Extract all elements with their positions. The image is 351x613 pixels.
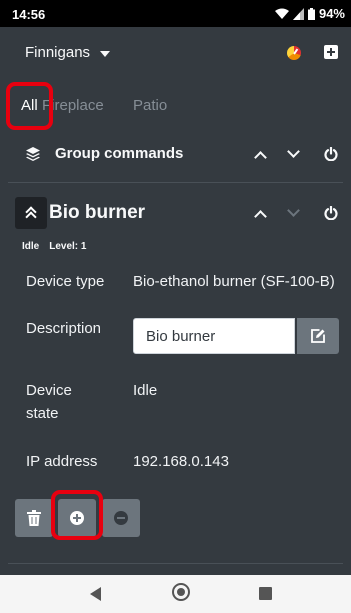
ip-address-label: IP address (26, 453, 98, 470)
device-type-value: Bio-ethanol burner (SF-100-B) (133, 273, 335, 290)
group-commands-row: Group commands (0, 137, 351, 171)
layers-icon (26, 147, 40, 161)
delete-button[interactable] (15, 499, 53, 537)
add-device-icon[interactable] (324, 45, 338, 59)
app-content: Finnigans All Fireplace Patio Group comm… (0, 27, 351, 575)
device-up-chevron-icon[interactable] (254, 210, 267, 223)
divider (8, 182, 343, 183)
group-up-chevron-icon[interactable] (254, 151, 267, 164)
phone-screen: 14:56 94% Finnigans All Fireplace Patio (0, 0, 351, 613)
tab-patio[interactable]: Patio (133, 97, 167, 114)
description-label: Description (26, 320, 102, 337)
minus-circle-icon (114, 511, 128, 525)
battery-percent: 94% (318, 6, 345, 21)
device-status: Idle (22, 241, 40, 252)
android-nav-bar (0, 575, 351, 613)
wifi-icon (274, 8, 289, 19)
recent-apps-icon[interactable] (259, 587, 272, 600)
device-state-label-line1: Device (26, 382, 72, 399)
brand-logo-icon[interactable] (287, 46, 301, 60)
site-name: Finnigans (25, 44, 91, 61)
group-down-chevron-icon[interactable] (287, 145, 300, 158)
trash-icon (27, 510, 41, 526)
group-power-icon[interactable] (324, 147, 338, 161)
site-selector[interactable]: Finnigans (25, 44, 111, 61)
edit-icon (311, 329, 325, 343)
device-level: Level: 1 (49, 241, 87, 252)
top-bar: Finnigans (0, 27, 351, 77)
device-state-value: Idle (133, 382, 158, 399)
highlight-box (51, 490, 103, 540)
highlight-box (6, 82, 53, 130)
device-state-label-line2: state (26, 405, 59, 422)
caret-down-icon (100, 50, 111, 57)
group-commands-label: Group commands (55, 145, 184, 162)
remove-button[interactable] (102, 499, 140, 537)
system-icons: 94% (274, 6, 345, 21)
clock: 14:56 (12, 7, 46, 22)
device-status-line: Idle Level: 1 (22, 241, 86, 252)
ip-address-value: 192.168.0.143 (133, 453, 229, 470)
description-input[interactable] (133, 318, 295, 354)
device-down-chevron-icon[interactable] (287, 204, 300, 217)
device-type-label: Device type (26, 273, 105, 290)
battery-icon (307, 7, 315, 20)
back-icon[interactable] (90, 587, 101, 601)
collapse-button[interactable] (15, 197, 47, 229)
status-bar: 14:56 94% (0, 0, 351, 27)
device-title: Bio burner (49, 202, 146, 223)
home-icon[interactable] (172, 583, 190, 601)
device-power-icon[interactable] (324, 206, 338, 220)
edit-description-button[interactable] (297, 318, 339, 354)
divider (8, 563, 343, 564)
signal-icon (292, 7, 304, 20)
